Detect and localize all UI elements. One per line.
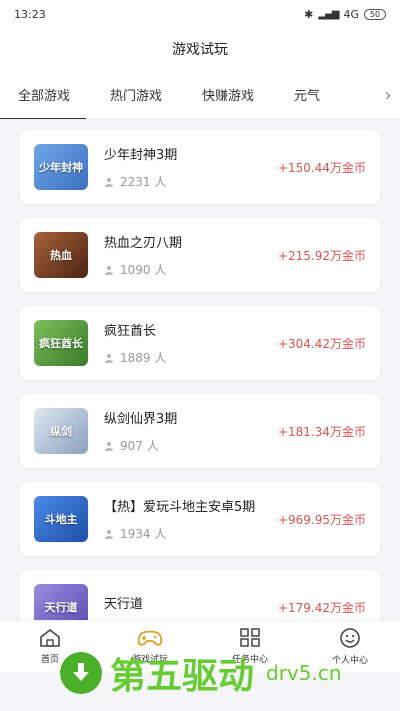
status-bar: 13:23 ✱ ▂▄▆ 4G 50 [0, 0, 400, 28]
person-icon [105, 529, 113, 539]
tab-quick-earn-games[interactable]: 快赚游戏 [202, 70, 254, 119]
grid-icon [239, 628, 261, 648]
network-type: 4G [343, 7, 359, 21]
game-list: 少年封神 少年封神3期 2231 人 +150.44万金币 热血 热血之刃八期 … [0, 120, 400, 644]
gamepad-icon [137, 628, 163, 648]
person-icon [105, 353, 113, 363]
game-name: 热血之刃八期 [104, 236, 183, 251]
signal-icon: ▂▄▆ [318, 8, 339, 20]
bluetooth-icon: ✱ [304, 7, 314, 21]
player-count: 1889 人 [104, 349, 278, 366]
coin-reward: +969.95万金币 [277, 512, 366, 527]
game-name: 天行道 [104, 596, 144, 612]
coin-reward: +181.34万金币 [277, 424, 366, 439]
game-card[interactable]: 斗地主 【热】爱玩斗地主安卓5期 1934 人 +969.95万金币 [20, 482, 380, 556]
game-card[interactable]: 纵剑 纵剑仙界3期 907 人 +181.34万金币 [20, 394, 380, 468]
game-thumbnail: 疯狂酋长 [34, 320, 88, 366]
player-count: 1090 人 [104, 261, 278, 278]
game-name: 纵剑仙界3期 [104, 412, 178, 427]
game-name: 少年封神3期 [104, 148, 178, 163]
watermark-text: 第五驱动 [110, 656, 255, 697]
tab-all-games[interactable]: 全部游戏 [0, 70, 87, 119]
game-thumbnail: 纵剑 [34, 408, 88, 454]
status-time: 13:23 [14, 7, 46, 21]
home-icon [39, 628, 61, 648]
watermark: 第五驱动 drv5.cn [60, 648, 342, 698]
person-icon [105, 265, 113, 275]
game-thumbnail: 热血 [34, 232, 88, 278]
game-card[interactable]: 热血 热血之刃八期 1090 人 +215.92万金币 [20, 218, 380, 292]
battery-icon: 50 [364, 8, 386, 20]
tab-yuanqi[interactable]: 元气 [294, 70, 320, 119]
category-tabs: 全部游戏 热门游戏 快赚游戏 元气 › [0, 70, 400, 120]
smile-icon [339, 627, 361, 649]
game-name: 【热】爱玩斗地主安卓5期 [104, 500, 256, 515]
tab-hot-games[interactable]: 热门游戏 [110, 70, 162, 119]
coin-reward: +304.42万金币 [277, 336, 366, 351]
game-thumbnail: 斗地主 [34, 496, 88, 542]
person-icon [105, 441, 113, 451]
player-count: 2231 人 [104, 173, 278, 190]
download-arrow-icon [60, 652, 102, 694]
coin-reward: +179.42万金币 [277, 600, 366, 615]
coin-reward: +150.44万金币 [277, 160, 366, 175]
person-icon [105, 177, 113, 187]
player-count: 1934 人 [104, 525, 278, 542]
game-card[interactable]: 少年封神 少年封神3期 2231 人 +150.44万金币 [20, 130, 380, 204]
watermark-url: drv5.cn [266, 661, 342, 685]
game-name: 疯狂酋长 [104, 324, 157, 339]
chevron-right-icon[interactable]: › [376, 70, 400, 119]
game-thumbnail: 少年封神 [34, 144, 88, 190]
status-indicators: ✱ ▂▄▆ 4G 50 [304, 8, 386, 21]
player-count: 907 人 [104, 437, 278, 454]
game-card[interactable]: 疯狂酋长 疯狂酋长 1889 人 +304.42万金币 [20, 306, 380, 380]
coin-reward: +215.92万金币 [277, 248, 366, 263]
page-title: 游戏试玩 [0, 28, 400, 70]
